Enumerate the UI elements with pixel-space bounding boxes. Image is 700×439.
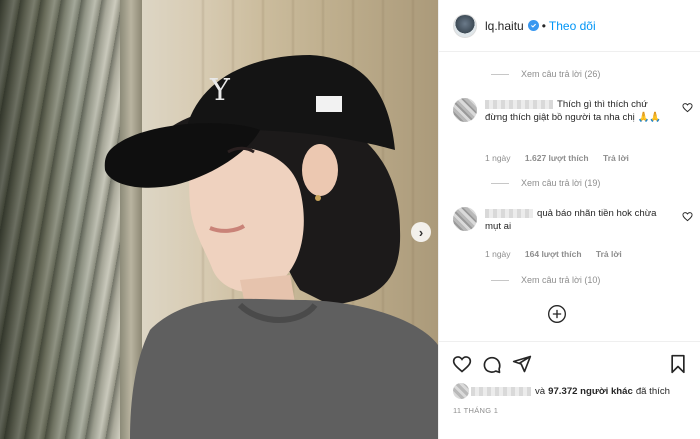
author-avatar[interactable] [453,13,477,38]
instagram-post: Y › lq.haitu • Theo dõi Xem câu trả lời … [0,0,700,439]
view-replies-button[interactable]: Xem câu trả lời (19) [491,178,600,188]
reply-button[interactable]: Trả lời [603,153,629,163]
heart-icon[interactable] [682,211,693,222]
commenter-username[interactable] [485,208,533,218]
post-actions [439,341,700,379]
comment-time[interactable]: 1 ngày [485,153,511,163]
svg-text:Y: Y [209,73,231,108]
likes-count[interactable]: 97.372 người khác [548,386,633,397]
view-replies-label: Xem câu trả lời (26) [521,69,601,79]
view-replies-label: Xem câu trả lời (19) [521,178,601,188]
verified-badge-icon [527,20,539,31]
comment-meta: 1 ngày 1.627 lượt thích Trả lời [485,153,641,163]
share-icon[interactable] [512,354,532,374]
comment-icon[interactable] [482,354,502,374]
liker-avatar[interactable] [453,383,469,399]
commenter-username[interactable] [485,99,553,109]
post-header: lq.haitu • Theo dõi [439,0,700,52]
commenter-avatar[interactable] [453,98,477,122]
view-replies-button[interactable]: Xem câu trả lời (10) [491,275,600,285]
commenter-avatar[interactable] [453,207,477,231]
photo-subject: Y [104,55,438,439]
replies-line [491,73,509,75]
replies-line [491,182,509,184]
view-replies-label: Xem câu trả lời (10) [521,275,601,285]
like-heart-icon[interactable] [452,354,472,374]
reply-button[interactable]: Trả lời [596,249,622,259]
comment-item: quả báo nhãn tiền hok chừa mụt ai 1 ngày… [453,207,693,267]
author-username[interactable]: lq.haitu [485,19,524,33]
likes-summary: và 97.372 người khác đã thích [453,383,670,399]
likes-connector: và [535,385,546,397]
comment-time[interactable]: 1 ngày [485,249,511,259]
comment-likes[interactable]: 164 lượt thích [525,249,582,259]
post-date: 11 THÁNG 1 [453,406,499,415]
add-comment-icon[interactable] [547,304,567,324]
view-replies-button[interactable]: Xem câu trả lời (26) [491,69,600,79]
follow-button[interactable]: Theo dõi [549,19,596,33]
comment-meta: 1 ngày 164 lượt thích Trả lời [485,249,634,259]
likes-suffix: đã thích [635,385,670,397]
header-separator: • [541,18,546,33]
replies-line [491,279,509,281]
next-photo-button[interactable]: › [411,222,431,242]
bookmark-icon[interactable] [669,354,687,374]
heart-icon[interactable] [682,102,693,113]
chevron-right-icon: › [418,224,424,240]
comment-likes[interactable]: 1.627 lượt thích [525,153,589,163]
comment-body: Thích gì thì thích chứ đừng thích giật b… [485,98,667,124]
post-side-panel: lq.haitu • Theo dõi Xem câu trả lời (26)… [438,0,700,439]
post-photo: Y › [0,0,438,439]
liker-username[interactable] [471,386,531,396]
comment-body: quả báo nhãn tiền hok chừa mụt ai [485,207,667,233]
comment-item: Thích gì thì thích chứ đừng thích giật b… [453,98,693,168]
